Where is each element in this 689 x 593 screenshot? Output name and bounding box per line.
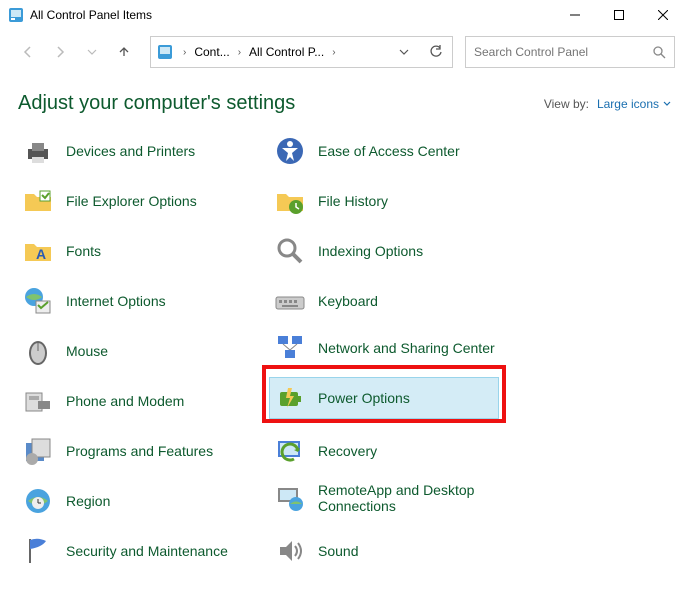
remote-desktop-icon — [274, 482, 306, 514]
control-panel-icon — [157, 44, 173, 60]
view-by-label: View by: — [544, 97, 589, 111]
item-fonts[interactable]: A Fonts — [18, 231, 258, 271]
maximize-button[interactable] — [597, 1, 641, 29]
view-by: View by: Large icons — [544, 97, 671, 111]
item-keyboard[interactable]: Keyboard — [270, 281, 510, 321]
file-history-icon — [274, 185, 306, 217]
ease-of-access-icon — [274, 135, 306, 167]
item-internet-options[interactable]: Internet Options — [18, 281, 258, 321]
item-label: Mouse — [66, 343, 108, 359]
item-label: Network and Sharing Center — [318, 340, 495, 356]
search-input[interactable] — [474, 45, 652, 59]
item-label: Sound — [318, 543, 358, 559]
flag-icon — [22, 535, 54, 567]
programs-icon — [22, 435, 54, 467]
item-security-and-maintenance[interactable]: Security and Maintenance — [18, 531, 258, 571]
item-label: Recovery — [318, 443, 377, 459]
item-label: Region — [66, 493, 110, 509]
window-title: All Control Panel Items — [30, 8, 553, 22]
item-recovery[interactable]: Recovery — [270, 431, 510, 471]
back-button[interactable] — [14, 37, 42, 67]
breadcrumb-current[interactable]: All Control P... — [245, 45, 328, 59]
forward-button[interactable] — [46, 37, 74, 67]
chevron-right-icon[interactable]: › — [179, 47, 190, 58]
chevron-right-icon[interactable]: › — [234, 47, 245, 58]
folder-icon — [22, 185, 54, 217]
network-icon — [274, 332, 306, 364]
window-titlebar: All Control Panel Items — [0, 0, 689, 30]
search-icon — [652, 45, 666, 59]
recent-locations-button[interactable] — [78, 37, 106, 67]
content-area: Adjust your computer's settings View by:… — [0, 74, 689, 591]
chevron-right-icon[interactable]: › — [328, 47, 339, 58]
item-region[interactable]: Region — [18, 481, 258, 521]
sound-icon — [274, 535, 306, 567]
item-file-explorer-options[interactable]: File Explorer Options — [18, 181, 258, 221]
minimize-button[interactable] — [553, 1, 597, 29]
item-ease-of-access-center[interactable]: Ease of Access Center — [270, 131, 510, 171]
item-label: File History — [318, 193, 388, 209]
item-remoteapp-and-desktop-connections[interactable]: RemoteApp and Desktop Connections — [270, 476, 510, 520]
indexing-icon — [274, 235, 306, 267]
phone-modem-icon — [22, 385, 54, 417]
mouse-icon — [22, 335, 54, 367]
item-devices-and-printers[interactable]: Devices and Printers — [18, 131, 258, 171]
svg-text:A: A — [36, 246, 46, 262]
item-mouse[interactable]: Mouse — [18, 331, 258, 371]
address-bar[interactable]: › Cont... › All Control P... › — [150, 36, 453, 68]
item-sound[interactable]: Sound — [270, 531, 510, 571]
item-file-history[interactable]: File History — [270, 181, 510, 221]
dropdown-button[interactable] — [388, 47, 420, 57]
item-label: Security and Maintenance — [66, 543, 228, 559]
item-label: RemoteApp and Desktop Connections — [318, 482, 506, 514]
navigation-bar: › Cont... › All Control P... › — [0, 30, 689, 74]
region-icon — [22, 485, 54, 517]
view-by-select[interactable]: Large icons — [597, 97, 671, 111]
item-phone-and-modem[interactable]: Phone and Modem — [18, 381, 258, 421]
close-button[interactable] — [641, 1, 685, 29]
item-indexing-options[interactable]: Indexing Options — [270, 231, 510, 271]
item-network-and-sharing-center[interactable]: Network and Sharing Center — [270, 326, 510, 370]
keyboard-icon — [274, 285, 306, 317]
page-title: Adjust your computer's settings — [18, 92, 295, 115]
search-box[interactable] — [465, 36, 675, 68]
recovery-icon — [274, 435, 306, 467]
up-button[interactable] — [110, 37, 138, 67]
item-label: Internet Options — [66, 293, 166, 309]
globe-icon — [22, 285, 54, 317]
items-grid: Devices and Printers File Explorer Optio… — [18, 131, 671, 591]
control-panel-icon — [8, 7, 24, 23]
item-label: Devices and Printers — [66, 143, 195, 159]
item-label: Indexing Options — [318, 243, 423, 259]
item-label: Programs and Features — [66, 443, 213, 459]
printer-icon — [22, 135, 54, 167]
item-label: File Explorer Options — [66, 193, 197, 209]
item-label: Fonts — [66, 243, 101, 259]
refresh-button[interactable] — [420, 45, 452, 59]
content-header: Adjust your computer's settings View by:… — [18, 92, 671, 115]
item-label: Ease of Access Center — [318, 143, 460, 159]
item-label: Keyboard — [318, 293, 378, 309]
chevron-down-icon — [663, 100, 671, 108]
item-programs-and-features[interactable]: Programs and Features — [18, 431, 258, 471]
font-icon: A — [22, 235, 54, 267]
breadcrumb-root[interactable]: Cont... — [190, 45, 233, 59]
view-by-value: Large icons — [597, 97, 659, 111]
highlight-annotation — [262, 365, 506, 423]
item-label: Phone and Modem — [66, 393, 184, 409]
